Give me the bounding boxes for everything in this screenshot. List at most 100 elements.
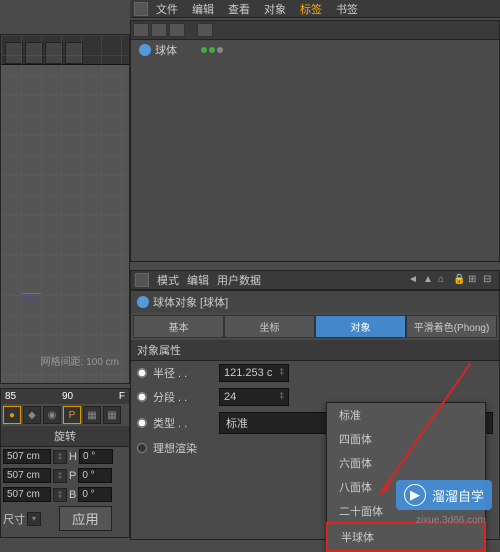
tab-phong[interactable]: 平滑着色(Phong) xyxy=(406,315,497,338)
timeline-ruler[interactable]: 85 90 F xyxy=(1,389,129,404)
hierarchy-tool-icon[interactable] xyxy=(197,23,213,37)
type-dropdown-menu: 标准 四面体 六面体 八面体 二十面体 半球体 xyxy=(326,402,486,552)
menu-tags[interactable]: 标签 xyxy=(294,0,328,19)
grid-spacing-label: 网格间距: 100 cm xyxy=(41,353,119,368)
dropdown-icon[interactable]: ▾ xyxy=(27,512,41,526)
menu-file[interactable]: 文件 xyxy=(150,0,184,19)
attribute-manager-menu: 模式 编辑 用户数据 ◄ ▲ ⌂ 🔒 ⊞ ⊟ xyxy=(130,270,500,290)
anim-dot-icon[interactable] xyxy=(137,418,147,428)
menu-view[interactable]: 查看 xyxy=(222,0,256,19)
watermark-badge: ▶ 溜溜自学 xyxy=(396,480,492,510)
apply-button[interactable]: 应用 xyxy=(59,506,112,531)
tab-coord[interactable]: 坐标 xyxy=(224,315,315,338)
menu-edit[interactable]: 编辑 xyxy=(187,272,209,288)
nav-up-icon[interactable]: ▲ xyxy=(423,274,435,286)
nav-home-icon[interactable]: ⌂ xyxy=(438,274,450,286)
size-h-input[interactable] xyxy=(3,449,51,464)
attr-nav-icons: ◄ ▲ ⌂ 🔒 ⊞ ⊟ xyxy=(408,274,495,286)
anim-dot-icon[interactable] xyxy=(137,392,147,402)
visibility-dots[interactable] xyxy=(201,47,223,53)
menu-mode[interactable]: 模式 xyxy=(157,272,179,288)
dot-tag[interactable] xyxy=(217,47,223,53)
radius-input[interactable]: 121.253 c ‡ xyxy=(219,364,289,382)
menu-icon[interactable] xyxy=(134,2,148,16)
spinner-icon[interactable]: ‡ xyxy=(280,391,284,403)
attr-section-header: 对象属性 xyxy=(131,340,499,361)
spinner-icon[interactable]: ‡ xyxy=(280,367,284,379)
settings-icon[interactable]: ⊞ xyxy=(468,274,480,286)
segments-input[interactable]: 24 ‡ xyxy=(219,388,289,406)
viewport-3d[interactable]: 网格间距: 100 cm xyxy=(0,34,130,384)
spinner-icon[interactable]: ‡ xyxy=(53,450,67,464)
key-button[interactable]: ◆ xyxy=(23,406,41,424)
axis-label-h: H xyxy=(69,451,77,463)
rot-h-input[interactable] xyxy=(79,449,113,464)
menu-edit[interactable]: 编辑 xyxy=(186,0,220,19)
timeline-panel: 85 90 F ● ◆ ◉ P ▦ ▦ 旋转 ‡ H ‡ P ‡ B 尺寸 ▾ … xyxy=(0,388,130,538)
rotate-section-label: 旋转 xyxy=(1,426,129,447)
playback-button[interactable]: ▦ xyxy=(103,406,121,424)
play-button[interactable]: P xyxy=(63,406,81,424)
dropdown-option-standard[interactable]: 标准 xyxy=(327,403,485,427)
attr-object-title: 球体对象 [球体] xyxy=(131,291,499,313)
axis-label-p: P xyxy=(69,470,76,482)
watermark-url: zixue.3d66.com xyxy=(416,515,486,526)
size-apply-row: 尺寸 ▾ 应用 xyxy=(1,504,129,533)
dot-editor[interactable] xyxy=(201,47,207,53)
segments-label: 分段 . . xyxy=(153,389,213,405)
tab-basic[interactable]: 基本 xyxy=(133,315,224,338)
playback-buttons: ● ◆ ◉ P ▦ ▦ xyxy=(1,404,129,426)
tab-object[interactable]: 对象 xyxy=(315,315,406,338)
nav-back-icon[interactable]: ◄ xyxy=(408,274,420,286)
size-b-input[interactable] xyxy=(3,487,51,502)
size-label: 尺寸 xyxy=(3,511,25,527)
record-button[interactable]: ● xyxy=(3,406,21,424)
object-manager-panel: 球体 xyxy=(130,20,500,262)
segments-value: 24 xyxy=(224,391,236,403)
hierarchy-toolbar xyxy=(131,21,499,40)
spinner-icon[interactable]: ‡ xyxy=(53,488,67,502)
play-icon: ▶ xyxy=(404,484,426,506)
dropdown-option-tetra[interactable]: 四面体 xyxy=(327,427,485,451)
watermark-text: 溜溜自学 xyxy=(432,486,484,505)
attr-row-radius: 半径 . . 121.253 c ‡ xyxy=(131,361,499,385)
menu-bookmark[interactable]: 书签 xyxy=(330,0,364,19)
dropdown-option-hexa[interactable]: 六面体 xyxy=(327,451,485,475)
type-label: 类型 . . xyxy=(153,415,213,431)
axis-label-b: B xyxy=(69,489,76,501)
frame-number: 90 xyxy=(62,391,73,402)
anim-dot-icon[interactable] xyxy=(137,368,147,378)
render-label: 理想渲染 xyxy=(153,440,213,456)
dot-render[interactable] xyxy=(209,47,215,53)
attr-title-text: 球体对象 [球体] xyxy=(153,294,228,310)
func-icon[interactable]: ⊟ xyxy=(483,274,495,286)
menu-icon[interactable] xyxy=(135,273,149,287)
menu-object[interactable]: 对象 xyxy=(258,0,292,19)
hierarchy-tool-icon[interactable] xyxy=(133,23,149,37)
dropdown-option-hemisphere[interactable]: 半球体 xyxy=(326,522,486,552)
hierarchy-item-sphere[interactable]: 球体 xyxy=(131,40,499,60)
type-selected-value: 标准 xyxy=(226,415,248,431)
radius-value: 121.253 c xyxy=(224,367,272,379)
param-row-p: ‡ P xyxy=(1,466,129,485)
rot-b-input[interactable] xyxy=(78,487,112,502)
size-p-input[interactable] xyxy=(3,468,51,483)
frame-number: 85 xyxy=(5,391,16,402)
autokey-button[interactable]: ◉ xyxy=(43,406,61,424)
rot-p-input[interactable] xyxy=(78,468,112,483)
sphere-icon xyxy=(137,296,149,308)
radius-label: 半径 . . xyxy=(153,365,213,381)
object-manager-menu: 文件 编辑 查看 对象 标签 书签 xyxy=(130,0,500,18)
param-row-b: ‡ B xyxy=(1,485,129,504)
anim-dot-icon[interactable] xyxy=(137,443,147,453)
frame-letter: F xyxy=(119,391,125,402)
menu-userdata[interactable]: 用户数据 xyxy=(217,272,261,288)
hierarchy-tool-icon[interactable] xyxy=(151,23,167,37)
sphere-icon xyxy=(139,44,151,56)
attr-tabs: 基本 坐标 对象 平滑着色(Phong) xyxy=(131,313,499,340)
spinner-icon[interactable]: ‡ xyxy=(53,469,67,483)
hierarchy-tool-icon[interactable] xyxy=(169,23,185,37)
lock-icon[interactable]: 🔒 xyxy=(453,274,465,286)
object-name: 球体 xyxy=(155,42,177,58)
playback-button[interactable]: ▦ xyxy=(83,406,101,424)
